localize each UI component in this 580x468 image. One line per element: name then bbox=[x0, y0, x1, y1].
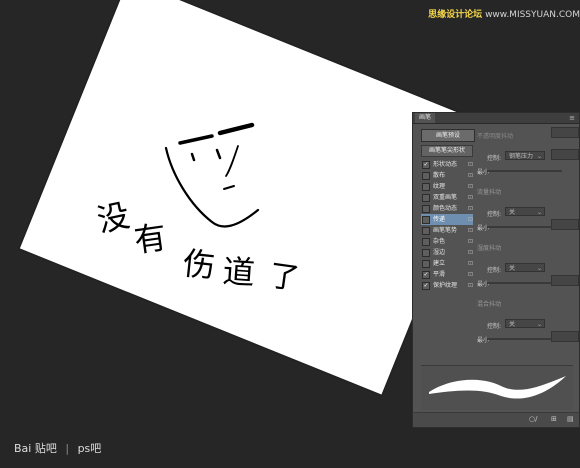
watermark-prefix: 思缘设计论坛 bbox=[428, 10, 483, 20]
chevron-down-icon: ⌄ bbox=[536, 265, 542, 272]
brush-item-label: 建立 bbox=[433, 260, 446, 267]
flow-jitter-section: 流量抖动 控制: 关 ⌄ 最小 bbox=[477, 185, 579, 241]
brush-panel: 画笔 ≡ 画笔预设 画笔笔尖形状 ✓ 形状动态 ⊡ 散布 ⊡ 纹理 ⊡ 双重画笔… bbox=[412, 112, 580, 428]
brush-item-label: 平滑 bbox=[433, 271, 446, 278]
checkbox-icon[interactable] bbox=[422, 227, 430, 235]
opacity-minimum-slider[interactable] bbox=[487, 170, 562, 172]
mix-jitter-label: 混合抖动 bbox=[477, 301, 502, 308]
brush-preset-button[interactable]: 画笔预设 bbox=[421, 129, 475, 142]
baidu-tieba-watermark: Bai 贴吧 | ps吧 bbox=[14, 440, 101, 456]
transfer-settings: 不透明度抖动 控制: 钢笔压力 ⌄ 最小 流量抖动 控制: 关 ⌄ 最小 湿度抖… bbox=[477, 127, 579, 353]
opacity-jitter-value-field[interactable] bbox=[551, 127, 579, 138]
toggle-live-tip-icon[interactable]: ○/ bbox=[529, 415, 537, 423]
grid-icon[interactable]: ⊞ bbox=[551, 415, 557, 423]
brush-item-smoothing[interactable]: ✓ 平滑 ⊡ bbox=[421, 269, 473, 280]
lock-icon[interactable]: ⊡ bbox=[468, 159, 473, 170]
checkbox-icon[interactable]: ✓ bbox=[422, 282, 430, 290]
brush-item-texture[interactable]: 纹理 ⊡ bbox=[421, 181, 473, 192]
checkbox-icon[interactable] bbox=[422, 216, 430, 224]
brush-item-label: 保护纹理 bbox=[433, 282, 458, 289]
brush-item-scattering[interactable]: 散布 ⊡ bbox=[421, 170, 473, 181]
lock-icon[interactable]: ⊡ bbox=[468, 258, 473, 269]
brush-panel-tab[interactable]: 画笔 bbox=[415, 113, 436, 123]
checkbox-icon[interactable] bbox=[422, 249, 430, 257]
checkbox-icon[interactable] bbox=[422, 260, 430, 268]
brush-item-noise[interactable]: 杂色 ⊡ bbox=[421, 236, 473, 247]
chevron-down-icon: ⌄ bbox=[536, 209, 542, 216]
brush-item-color-dynamics[interactable]: 颜色动态 ⊡ bbox=[421, 203, 473, 214]
checkbox-icon[interactable] bbox=[422, 172, 430, 180]
lock-icon[interactable]: ⊡ bbox=[468, 181, 473, 192]
brush-item-build-up[interactable]: 建立 ⊡ bbox=[421, 258, 473, 269]
opacity-jitter-section: 不透明度抖动 控制: 钢笔压力 ⌄ 最小 bbox=[477, 127, 579, 185]
checkbox-icon[interactable] bbox=[422, 183, 430, 191]
checkbox-icon[interactable] bbox=[422, 205, 430, 213]
dropdown-value: 关 bbox=[509, 209, 516, 216]
wetness-jitter-label: 湿度抖动 bbox=[477, 245, 502, 252]
brush-stroke-preview bbox=[421, 365, 573, 410]
brush-item-label: 杂色 bbox=[433, 238, 446, 245]
dropdown-value: 关 bbox=[509, 321, 516, 328]
lock-icon[interactable]: ⊡ bbox=[468, 236, 473, 247]
new-brush-icon[interactable]: ▤ bbox=[567, 415, 574, 423]
brush-item-label: 画笔笔势 bbox=[433, 227, 458, 234]
flow-minimum-value-field[interactable] bbox=[551, 219, 579, 230]
brush-stroke-preview-graphic bbox=[429, 376, 566, 399]
control-label: 控制: bbox=[487, 211, 502, 218]
brush-item-label: 颜色动态 bbox=[433, 205, 458, 212]
lock-icon[interactable]: ⊡ bbox=[468, 203, 473, 214]
flow-jitter-label: 流量抖动 bbox=[477, 189, 502, 196]
dropdown-value: 钢笔压力 bbox=[509, 153, 534, 160]
opacity-control-value-field[interactable] bbox=[551, 149, 579, 160]
brush-panel-title-bar[interactable]: 画笔 ≡ bbox=[413, 113, 579, 124]
mix-control-dropdown[interactable]: 关 ⌄ bbox=[505, 319, 545, 328]
brush-item-label: 湿边 bbox=[433, 249, 446, 256]
lock-icon[interactable]: ⊡ bbox=[468, 225, 473, 236]
lock-icon[interactable]: ⊡ bbox=[468, 247, 473, 258]
wetness-minimum-value-field[interactable] bbox=[551, 275, 579, 286]
lock-icon[interactable]: ⊡ bbox=[468, 214, 473, 225]
brush-item-brush-pose[interactable]: 画笔笔势 ⊡ bbox=[421, 225, 473, 236]
checkbox-icon[interactable] bbox=[422, 194, 430, 202]
brush-item-shape-dynamics[interactable]: ✓ 形状动态 ⊡ bbox=[421, 159, 473, 170]
wetness-jitter-section: 湿度抖动 控制: 关 ⌄ 最小 bbox=[477, 241, 579, 297]
brush-item-label: 形状动态 bbox=[433, 161, 458, 168]
lock-icon[interactable]: ⊡ bbox=[468, 269, 473, 280]
lock-icon[interactable]: ⊡ bbox=[468, 192, 473, 203]
checkbox-icon[interactable] bbox=[422, 238, 430, 246]
brush-item-label: 纹理 bbox=[433, 183, 446, 190]
wetness-control-dropdown[interactable]: 关 ⌄ bbox=[505, 263, 545, 272]
brush-item-protect-texture[interactable]: ✓ 保护纹理 ⊡ bbox=[421, 280, 473, 291]
separator: | bbox=[65, 442, 70, 455]
site-watermark: 思缘设计论坛 www.MISSYUAN.COM bbox=[400, 7, 580, 20]
brush-tip-shape-item[interactable]: 画笔笔尖形状 bbox=[421, 145, 473, 157]
control-label: 控制: bbox=[487, 323, 502, 330]
watermark-url: www.MISSYUAN.COM bbox=[485, 10, 580, 20]
opacity-jitter-label: 不透明度抖动 bbox=[477, 133, 514, 140]
control-label: 控制: bbox=[487, 267, 502, 274]
checkbox-icon[interactable]: ✓ bbox=[422, 161, 430, 169]
baidu-brand: Bai 贴吧 bbox=[14, 442, 57, 455]
forum-name: ps吧 bbox=[77, 442, 102, 455]
lock-icon[interactable]: ⊡ bbox=[468, 280, 473, 291]
control-label: 控制: bbox=[487, 155, 502, 162]
panel-menu-icon[interactable]: ≡ bbox=[569, 113, 575, 123]
brush-settings-list: 画笔笔尖形状 ✓ 形状动态 ⊡ 散布 ⊡ 纹理 ⊡ 双重画笔 ⊡ 颜色动态 ⊡ bbox=[421, 145, 473, 291]
lock-icon[interactable]: ⊡ bbox=[468, 170, 473, 181]
mix-minimum-value-field[interactable] bbox=[551, 331, 579, 342]
chevron-down-icon: ⌄ bbox=[536, 321, 542, 328]
brush-item-label: 传递 bbox=[433, 216, 446, 223]
mix-jitter-section: 混合抖动 控制: 关 ⌄ 最小 bbox=[477, 297, 579, 353]
opacity-control-dropdown[interactable]: 钢笔压力 ⌄ bbox=[505, 151, 545, 160]
brush-item-label: 散布 bbox=[433, 172, 446, 179]
brush-panel-footer: ○/ ⊞ ▤ bbox=[413, 412, 579, 427]
flow-control-dropdown[interactable]: 关 ⌄ bbox=[505, 207, 545, 216]
chevron-down-icon: ⌄ bbox=[536, 153, 542, 160]
brush-item-wet-edges[interactable]: 湿边 ⊡ bbox=[421, 247, 473, 258]
brush-item-label: 双重画笔 bbox=[433, 194, 458, 201]
brush-item-dual-brush[interactable]: 双重画笔 ⊡ bbox=[421, 192, 473, 203]
brush-item-transfer[interactable]: 传递 ⊡ bbox=[421, 214, 473, 225]
checkbox-icon[interactable]: ✓ bbox=[422, 271, 430, 279]
dropdown-value: 关 bbox=[509, 265, 516, 272]
